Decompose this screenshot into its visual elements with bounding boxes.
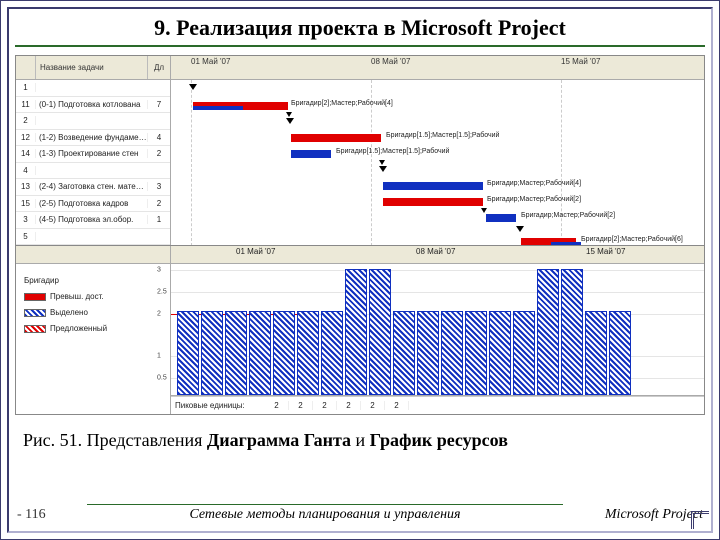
- resource-bar: [393, 311, 415, 395]
- gantt-task-grid: Название задачи Дл 1 11(0-1) Подготовка …: [16, 56, 171, 245]
- gantt-view: Название задачи Дл 1 11(0-1) Подготовка …: [16, 56, 704, 246]
- gantt-bar[interactable]: [383, 198, 483, 206]
- resource-graph-area[interactable]: 01 Май '07 08 Май '07 15 Май '07 3 2.5 2…: [171, 246, 704, 414]
- resource-bar: [201, 311, 223, 395]
- resource-bar: [321, 311, 343, 395]
- figure-caption: Рис. 51. Представления Диаграмма Ганта и…: [15, 429, 705, 452]
- timescale-date: 08 Май '07: [371, 57, 410, 66]
- resource-bar: [441, 311, 463, 395]
- resource-bar: [177, 311, 199, 395]
- gantt-bar[interactable]: [383, 182, 483, 190]
- resource-bar: [249, 311, 271, 395]
- table-row[interactable]: 3(4-5) Подготовка эл.обор.1: [16, 212, 170, 229]
- resource-bar: [297, 311, 319, 395]
- gantt-bar[interactable]: [291, 150, 331, 158]
- resource-bar: [465, 311, 487, 395]
- resource-bar: [489, 311, 511, 395]
- resource-graph-view: Бригадир Превыш. дост. Выделено Предложе…: [16, 246, 704, 414]
- legend-swatch-over: [24, 293, 46, 301]
- resource-bar: [513, 311, 535, 395]
- table-row[interactable]: 4: [16, 163, 170, 180]
- col-task-name: Название задачи: [36, 56, 148, 79]
- table-row[interactable]: 2: [16, 113, 170, 130]
- resource-bar: [345, 269, 367, 395]
- table-row[interactable]: 5: [16, 229, 170, 246]
- resource-bar: [273, 311, 295, 395]
- table-row[interactable]: 15(2-5) Подготовка кадров2: [16, 196, 170, 213]
- resource-bar: [417, 311, 439, 395]
- gantt-chart-area[interactable]: 01 Май '07 08 Май '07 15 Май '07 Бригади…: [171, 56, 704, 245]
- gantt-bar[interactable]: [291, 134, 381, 142]
- resource-bar: [369, 269, 391, 395]
- milestone-icon: [189, 84, 197, 90]
- corner-accent-icon: [691, 511, 709, 529]
- timescale-date: 15 Май '07: [561, 57, 600, 66]
- resource-legend: Бригадир Превыш. дост. Выделено Предложе…: [24, 274, 107, 338]
- milestone-icon: [286, 118, 294, 124]
- legend-swatch-proposed: [24, 325, 46, 333]
- table-row[interactable]: 1: [16, 80, 170, 97]
- page-number: - 116: [17, 507, 87, 523]
- milestone-icon: [516, 226, 524, 232]
- milestone-icon: [379, 166, 387, 172]
- gantt-bar[interactable]: [486, 214, 516, 222]
- legend-swatch-alloc: [24, 309, 46, 317]
- resource-bar: [585, 311, 607, 395]
- footer-title: Сетевые методы планирования и управления: [87, 504, 563, 523]
- resource-bar: [609, 311, 631, 395]
- resource-bar: [537, 269, 559, 395]
- footer-app-name: Microsoft Project: [563, 507, 703, 523]
- col-duration: Дл: [148, 56, 170, 79]
- table-row[interactable]: 14(1-3) Проектирование стен2: [16, 146, 170, 163]
- timescale-date: 01 Май '07: [191, 57, 230, 66]
- page-title: 9. Реализация проекта в Microsoft Projec…: [15, 13, 705, 47]
- table-row[interactable]: 12(1-2) Возведение фундамента4: [16, 130, 170, 147]
- resource-footer-row: Пиковые единицы: 2 2 2 2 2 2: [171, 396, 704, 414]
- table-row[interactable]: 11(0-1) Подготовка котлована7: [16, 97, 170, 114]
- msproject-screenshot: Название задачи Дл 1 11(0-1) Подготовка …: [15, 55, 705, 415]
- table-row[interactable]: 13(2-4) Заготовка стен. материала3: [16, 179, 170, 196]
- resource-bar: [225, 311, 247, 395]
- resource-bar: [561, 269, 583, 395]
